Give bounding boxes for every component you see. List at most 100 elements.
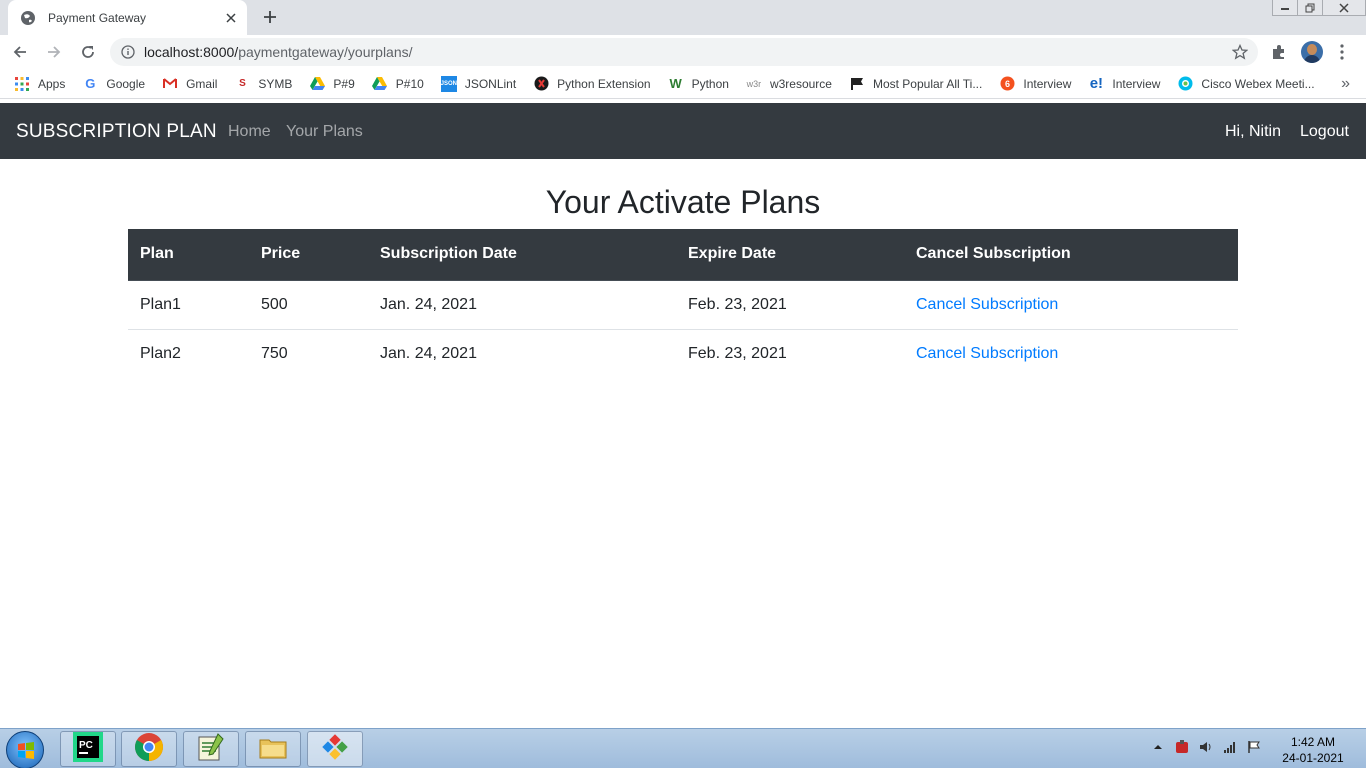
bookmark-label: Apps (38, 76, 66, 91)
table-header-row: Plan Price Subscription Date Expire Date… (128, 229, 1238, 281)
bookmark-label: Google (106, 76, 146, 91)
nav-link-your-plans[interactable]: Your Plans (286, 123, 363, 141)
svg-text:6: 6 (1005, 79, 1010, 89)
bookmark-label: Interview (1112, 76, 1161, 91)
bookmark-google[interactable]: G Google (82, 76, 145, 92)
bookmark-p10[interactable]: P#10 (372, 76, 424, 92)
w3schools-icon: W (669, 76, 682, 91)
webex-icon (1177, 76, 1193, 92)
action-cell: Cancel Subscription (904, 329, 1238, 378)
clock-time: 1:42 AM (1290, 735, 1336, 749)
notepad-plus-plus-icon (196, 732, 226, 767)
taskbar-git-button[interactable] (307, 731, 363, 767)
windows-start-button[interactable] (6, 731, 44, 768)
bookmark-p9[interactable]: P#9 (309, 76, 355, 92)
bookmark-interview-1[interactable]: 6 Interview (999, 76, 1071, 92)
bookmark-gmail[interactable]: Gmail (162, 76, 217, 92)
nav-link-home[interactable]: Home (228, 123, 271, 141)
browser-toolbar: localhost:8000/paymentgateway/yourplans/ (0, 35, 1366, 69)
url-host: localhost:8000/ (144, 44, 239, 60)
taskbar-pycharm-button[interactable]: PC (60, 731, 116, 767)
forward-button[interactable] (40, 38, 68, 66)
user-greeting[interactable]: Hi, Nitin (1225, 123, 1281, 141)
extensions-puzzle-icon[interactable] (1270, 43, 1288, 61)
back-button[interactable] (6, 38, 34, 66)
bookmark-star-icon[interactable] (1230, 42, 1250, 62)
gmail-icon (162, 76, 178, 92)
globe-icon (20, 10, 36, 26)
chrome-icon (134, 732, 164, 767)
antivirus-icon[interactable] (1174, 739, 1190, 755)
minimize-button[interactable] (1272, 0, 1298, 16)
reload-button[interactable] (74, 38, 102, 66)
bookmark-label: w3resource (769, 76, 832, 91)
volume-icon[interactable] (1198, 739, 1214, 755)
tab-title: Payment Gateway (48, 10, 147, 25)
bookmark-label: SYMB (258, 76, 293, 91)
browser-tab[interactable]: Payment Gateway (8, 0, 247, 35)
bookmark-jsonlint[interactable]: JSON JSONLint (441, 75, 517, 92)
info-icon[interactable] (120, 44, 136, 60)
taskbar-chrome-button[interactable] (121, 731, 177, 767)
folder-icon (258, 732, 288, 767)
bookmark-webex[interactable]: Cisco Webex Meeti... (1177, 76, 1315, 92)
bookmark-w3resource[interactable]: w3r w3resource (746, 76, 832, 92)
bookmark-label: JSONLint (464, 76, 517, 91)
column-header-plan: Plan (128, 229, 249, 281)
bookmark-interview-2[interactable]: e! Interview (1088, 75, 1161, 92)
close-tab-icon[interactable] (221, 8, 241, 28)
drive-icon (372, 76, 388, 92)
column-header-expire-date: Expire Date (676, 229, 904, 281)
bookmark-symb[interactable]: S SYMB (234, 76, 292, 92)
network-signal-icon[interactable] (1222, 739, 1238, 755)
action-center-flag-icon[interactable] (1246, 739, 1262, 755)
show-hidden-icons-chevron-icon[interactable] (1150, 739, 1166, 755)
brand-title[interactable]: SUBSCRIPTION PLAN (16, 121, 217, 143)
bookmark-label: Gmail (186, 76, 218, 91)
taskbar-explorer-button[interactable] (245, 731, 301, 767)
bookmark-apps[interactable]: Apps (14, 76, 65, 92)
symb-icon: S (239, 78, 246, 89)
column-header-cancel-subscription: Cancel Subscription (904, 229, 1238, 281)
column-header-price: Price (249, 229, 368, 281)
plan-cell: Plan1 (128, 280, 249, 330)
interview-icon: 6 (999, 76, 1015, 92)
bookmark-python-extension[interactable]: Python Extension (533, 76, 651, 92)
w3resource-icon: w3r (746, 78, 762, 89)
subscription-date-cell: Jan. 24, 2021 (380, 344, 477, 362)
bookmark-most-popular[interactable]: Most Popular All Ti... (849, 76, 982, 92)
bookmark-label: P#9 (333, 76, 355, 91)
new-tab-button[interactable] (258, 5, 282, 29)
plan-cell: Plan2 (140, 344, 181, 362)
close-window-button[interactable] (1322, 0, 1366, 16)
git-diamond-icon (320, 732, 350, 767)
google-icon: G (85, 76, 96, 91)
logout-link[interactable]: Logout (1300, 123, 1349, 141)
price-cell: 750 (261, 344, 288, 362)
system-tray (1150, 739, 1262, 755)
restore-button[interactable] (1297, 0, 1323, 16)
bookmark-python[interactable]: W Python (668, 76, 729, 92)
edureka-icon: e! (1089, 75, 1104, 92)
drive-icon (309, 76, 325, 92)
cancel-subscription-link[interactable]: Cancel Subscription (916, 345, 1058, 362)
expire-date-cell: Feb. 23, 2021 (688, 344, 787, 362)
taskbar-notepadpp-button[interactable] (183, 731, 239, 767)
bookmark-label: P#10 (395, 76, 424, 91)
page-title: Your Activate Plans (545, 184, 821, 220)
address-bar[interactable]: localhost:8000/paymentgateway/yourplans/ (110, 38, 1258, 66)
bookmark-label: Interview (1023, 76, 1072, 91)
menu-kebab-icon[interactable] (1334, 42, 1350, 62)
browser-tabstrip: Payment Gateway (0, 0, 1366, 35)
taskbar-clock[interactable]: 1:42 AM 24-01-2021 (1278, 734, 1348, 766)
url-path: paymentgateway/yourplans/ (238, 44, 413, 60)
profile-avatar[interactable] (1301, 41, 1323, 63)
windows-taskbar: PC 1:42 AM 24-01-2021 (0, 728, 1366, 768)
bookmark-label: Python Extension (557, 76, 651, 91)
svg-text:PC: PC (79, 740, 93, 751)
bookmark-label: Python (691, 76, 729, 91)
cancel-subscription-link[interactable]: Cancel Subscription (916, 296, 1058, 313)
more-bookmarks-chevron-icon[interactable]: » (1341, 75, 1350, 93)
action-cell: Cancel Subscription (904, 280, 1238, 330)
apps-grid-icon (14, 76, 30, 92)
